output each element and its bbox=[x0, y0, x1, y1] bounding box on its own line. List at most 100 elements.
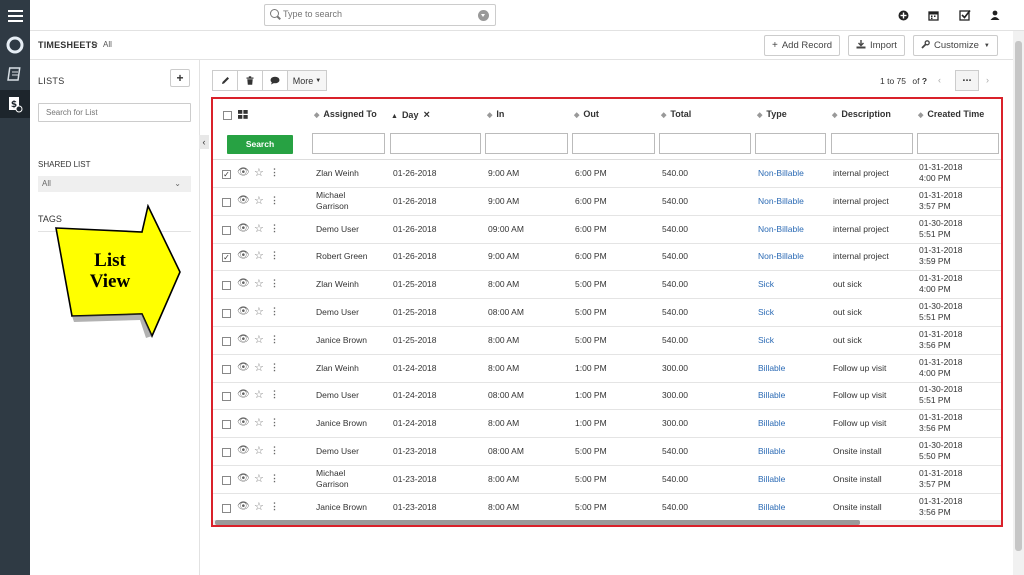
cell-assigned-to[interactable]: Zlan Weinh bbox=[316, 279, 359, 290]
table-row[interactable]: 👁 ☆ ⋮ Michael Garrison 01-23-2018 8:00 AM 5:00 … bbox=[213, 466, 1001, 494]
more-options-icon[interactable]: ⋮ bbox=[270, 278, 279, 289]
table-row[interactable]: 👁 ☆ ⋮ Janice Brown 01-24-2018 8:00 AM 1:00 PM 3… bbox=[213, 410, 1001, 439]
horizontal-scrollbar-thumb[interactable] bbox=[215, 520, 860, 525]
add-list-button[interactable]: + bbox=[170, 69, 190, 87]
star-icon[interactable]: ☆ bbox=[254, 333, 264, 346]
column-header-day[interactable]: ▲ Day × bbox=[391, 109, 430, 121]
table-row[interactable]: 👁 ☆ ⋮ Zlan Weinh 01-25-2018 8:00 AM 5:00 PM 540… bbox=[213, 271, 1001, 300]
cell-assigned-to[interactable]: Robert Green bbox=[316, 251, 368, 262]
cell-type[interactable]: Sick bbox=[758, 335, 774, 346]
star-icon[interactable]: ☆ bbox=[254, 416, 264, 429]
pagination-total[interactable]: ? bbox=[922, 76, 927, 86]
more-button[interactable]: More ▼ bbox=[287, 70, 327, 91]
view-icon[interactable]: 👁 bbox=[237, 417, 250, 428]
filter-out[interactable] bbox=[572, 133, 655, 154]
table-row[interactable]: 👁 ☆ ⋮ Janice Brown 01-25-2018 8:00 AM 5:00 PM 5… bbox=[213, 327, 1001, 355]
row-checkbox[interactable] bbox=[222, 225, 231, 235]
row-checkbox[interactable] bbox=[222, 197, 231, 207]
table-row[interactable]: 👁 ☆ ⋮ Demo User 01-25-2018 08:00 AM 5:00 PM 540… bbox=[213, 299, 1001, 327]
column-header-assigned-to[interactable]: ◆ Assigned To bbox=[314, 109, 377, 119]
column-header-total[interactable]: ◆ Total bbox=[661, 109, 691, 119]
view-icon[interactable]: 👁 bbox=[237, 306, 250, 317]
row-checkbox[interactable] bbox=[222, 309, 231, 318]
star-icon[interactable]: ☆ bbox=[254, 249, 264, 262]
cell-type[interactable]: Non-Billable bbox=[758, 168, 804, 179]
view-icon[interactable]: 👁 bbox=[237, 334, 250, 345]
table-row[interactable]: ✓ 👁 ☆ ⋮ Robert Green 01-26-2018 9:00 AM 6:00 PM… bbox=[213, 243, 1001, 272]
column-header-in[interactable]: ◆ In bbox=[487, 109, 504, 119]
plus-circle-icon[interactable] bbox=[896, 8, 910, 22]
clear-sort-icon[interactable]: × bbox=[423, 109, 429, 121]
row-checkbox[interactable] bbox=[222, 475, 231, 485]
breadcrumb-module[interactable]: TIMESHEETS bbox=[38, 40, 98, 50]
more-options-icon[interactable]: ⋮ bbox=[270, 417, 279, 428]
search-button[interactable]: Search bbox=[227, 135, 293, 154]
more-options-icon[interactable]: ⋮ bbox=[270, 195, 279, 206]
star-icon[interactable]: ☆ bbox=[254, 444, 264, 457]
cell-type[interactable]: Billable bbox=[758, 446, 785, 457]
more-options-icon[interactable]: ⋮ bbox=[270, 250, 279, 261]
customize-button[interactable]: Customize ▼ bbox=[913, 35, 998, 56]
import-button[interactable]: Import bbox=[848, 35, 905, 56]
row-checkbox[interactable] bbox=[222, 281, 231, 291]
next-page-icon[interactable]: › bbox=[986, 75, 989, 85]
row-checkbox[interactable] bbox=[222, 364, 231, 374]
list-search-input[interactable] bbox=[46, 108, 186, 117]
cell-assigned-to[interactable]: Demo User bbox=[316, 446, 359, 457]
star-icon[interactable]: ☆ bbox=[254, 194, 264, 207]
row-checkbox[interactable] bbox=[222, 420, 231, 430]
more-options-icon[interactable]: ⋮ bbox=[270, 473, 279, 484]
table-row[interactable]: 👁 ☆ ⋮ Michael Garrison 01-26-2018 9:00 AM 6:00 … bbox=[213, 188, 1001, 216]
cell-assigned-to[interactable]: Janice Brown bbox=[316, 502, 367, 513]
dollar-list-icon[interactable]: $ bbox=[0, 90, 30, 118]
add-record-button[interactable]: + Add Record bbox=[764, 35, 841, 56]
cell-assigned-to[interactable]: Michael Garrison bbox=[316, 190, 349, 212]
view-icon[interactable]: 👁 bbox=[237, 223, 250, 234]
more-options-icon[interactable]: ⋮ bbox=[270, 362, 279, 373]
menu-icon[interactable] bbox=[0, 2, 30, 30]
star-icon[interactable]: ☆ bbox=[254, 277, 264, 290]
cell-assigned-to[interactable]: Zlan Weinh bbox=[316, 168, 359, 179]
grid-icon[interactable] bbox=[238, 110, 248, 121]
column-header-created-time[interactable]: ◆ Created Time bbox=[918, 109, 984, 119]
row-checkbox[interactable] bbox=[222, 336, 231, 346]
view-icon[interactable]: 👁 bbox=[237, 389, 250, 400]
star-icon[interactable]: ☆ bbox=[254, 472, 264, 485]
timesheet-icon[interactable] bbox=[0, 60, 30, 88]
row-checkbox[interactable] bbox=[222, 392, 231, 402]
prev-page-icon[interactable]: ‹ bbox=[938, 75, 941, 85]
cell-assigned-to[interactable]: Zlan Weinh bbox=[316, 363, 359, 374]
edit-button[interactable] bbox=[212, 70, 238, 91]
cell-assigned-to[interactable]: Demo User bbox=[316, 390, 359, 401]
more-options-icon[interactable]: ⋮ bbox=[270, 167, 279, 178]
view-icon[interactable]: 👁 bbox=[237, 278, 250, 289]
list-search[interactable] bbox=[38, 103, 191, 122]
cell-type[interactable]: Billable bbox=[758, 390, 785, 401]
cell-assigned-to[interactable]: Michael Garrison bbox=[316, 468, 349, 490]
delete-button[interactable] bbox=[237, 70, 263, 91]
view-icon[interactable]: 👁 bbox=[237, 250, 250, 261]
select-all-checkbox[interactable] bbox=[223, 111, 232, 120]
view-icon[interactable]: 👁 bbox=[237, 501, 250, 512]
more-options-icon[interactable]: ⋮ bbox=[270, 306, 279, 317]
filter-assigned-to[interactable] bbox=[312, 133, 385, 154]
table-row[interactable]: ✓ 👁 ☆ ⋮ Zlan Weinh 01-26-2018 9:00 AM 6:00 PM 54… bbox=[213, 160, 1001, 188]
row-checkbox[interactable] bbox=[222, 503, 231, 513]
table-row[interactable]: 👁 ☆ ⋮ Demo User 01-23-2018 08:00 AM 5:00 PM 540… bbox=[213, 438, 1001, 466]
comment-button[interactable] bbox=[262, 70, 288, 91]
global-search-input[interactable] bbox=[283, 9, 463, 19]
collapse-panel-icon[interactable]: ‹ bbox=[199, 135, 209, 149]
cell-assigned-to[interactable]: Janice Brown bbox=[316, 418, 367, 429]
view-icon[interactable]: 👁 bbox=[237, 362, 250, 373]
table-row[interactable]: 👁 ☆ ⋮ Demo User 01-26-2018 09:00 AM 6:00 PM 540… bbox=[213, 216, 1001, 244]
lifebuoy-icon[interactable] bbox=[0, 31, 30, 59]
cell-type[interactable]: Billable bbox=[758, 363, 785, 374]
more-options-icon[interactable]: ⋮ bbox=[270, 334, 279, 345]
cell-assigned-to[interactable]: Demo User bbox=[316, 307, 359, 318]
filter-description[interactable] bbox=[831, 133, 913, 154]
cell-assigned-to[interactable]: Demo User bbox=[316, 224, 359, 235]
more-options-icon[interactable]: ⋮ bbox=[270, 445, 279, 456]
cell-type[interactable]: Sick bbox=[758, 279, 774, 290]
cell-type[interactable]: Non-Billable bbox=[758, 251, 804, 262]
filter-day[interactable] bbox=[390, 133, 481, 154]
